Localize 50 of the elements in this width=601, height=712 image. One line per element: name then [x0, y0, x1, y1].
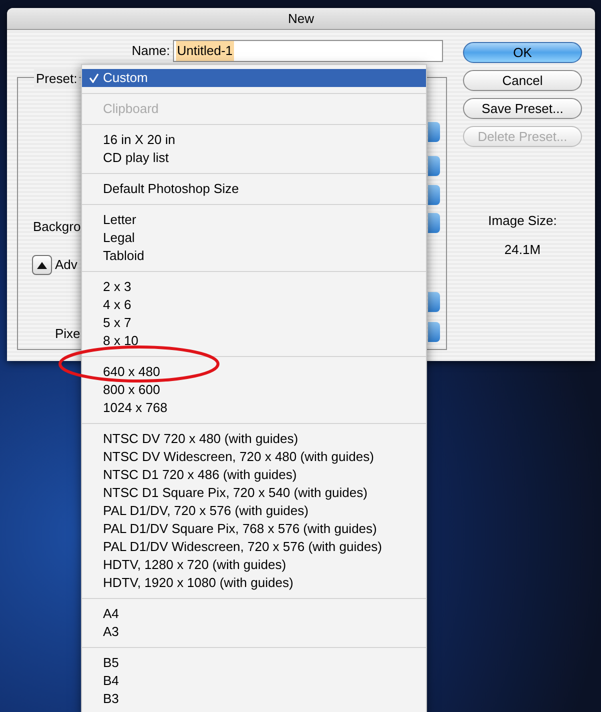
popup-arrows-icon[interactable] — [428, 213, 440, 233]
menu-item[interactable]: 640 x 480 — [82, 363, 426, 381]
triangle-icon — [37, 262, 47, 268]
menu-item[interactable]: PAL D1/DV Square Pix, 768 x 576 (with guides) — [82, 520, 426, 538]
menu-item[interactable]: A3 — [82, 623, 426, 641]
name-value: Untitled-1 — [176, 41, 234, 61]
menu-item[interactable]: B3 — [82, 690, 426, 708]
disclosure-button[interactable] — [32, 255, 52, 275]
menu-item[interactable]: 2 x 3 — [82, 278, 426, 296]
menu-item[interactable]: 800 x 600 — [82, 381, 426, 399]
name-input-field[interactable]: Untitled-1 — [173, 40, 443, 62]
menu-item[interactable]: B5 — [82, 654, 426, 672]
dialog-button[interactable]: Cancel — [463, 70, 582, 91]
checkmark-icon — [89, 73, 99, 83]
menu-item[interactable]: PAL D1/DV Widescreen, 720 x 576 (with guides) — [82, 538, 426, 556]
pixel-label: Pixe — [55, 325, 80, 343]
preset-label: Preset: — [34, 69, 80, 88]
dialog-button[interactable]: Save Preset... — [463, 98, 582, 119]
image-size-value: 24.1M — [504, 240, 541, 258]
menu-item[interactable]: NTSC D1 720 x 486 (with guides) — [82, 466, 426, 484]
menu-item[interactable]: 4 x 6 — [82, 296, 426, 314]
menu-item[interactable]: PAL D1/DV, 720 x 576 (with guides) — [82, 502, 426, 520]
menu-item[interactable]: Default Photoshop Size — [82, 180, 426, 198]
menu-item[interactable]: Custom — [82, 69, 426, 87]
image-size-label: Image Size: — [488, 212, 557, 230]
popup-arrows-icon[interactable] — [428, 156, 440, 176]
popup-arrows-icon[interactable] — [428, 122, 440, 142]
menu-item[interactable]: A4 — [82, 605, 426, 623]
background-label: Backgro — [33, 218, 81, 236]
dialog-button[interactable]: OK — [463, 42, 582, 63]
menu-item[interactable]: NTSC DV Widescreen, 720 x 480 (with guides) — [82, 448, 426, 466]
menu-item[interactable]: 16 in X 20 in — [82, 131, 426, 149]
menu-item[interactable]: Legal — [82, 229, 426, 247]
menu-item[interactable]: 8 x 10 — [82, 332, 426, 350]
menu-item[interactable]: HDTV, 1280 x 720 (with guides) — [82, 556, 426, 574]
advanced-label: Adv — [55, 256, 78, 274]
menu-item[interactable]: CD play list — [82, 149, 426, 167]
menu-item[interactable]: Tabloid — [82, 247, 426, 265]
menu-item[interactable]: B4 — [82, 672, 426, 690]
menu-item[interactable]: 5 x 7 — [82, 314, 426, 332]
menu-item[interactable]: NTSC DV 720 x 480 (with guides) — [82, 430, 426, 448]
menu-item[interactable]: 1024 x 768 — [82, 399, 426, 417]
popup-arrows-icon[interactable] — [428, 322, 440, 342]
name-label: Name: — [130, 42, 171, 60]
menu-item[interactable]: NTSC D1 Square Pix, 720 x 540 (with guides) — [82, 484, 426, 502]
window-title: New — [288, 10, 314, 28]
menu-item[interactable]: Letter — [82, 211, 426, 229]
menu-item[interactable]: HDTV, 1920 x 1080 (with guides) — [82, 574, 426, 592]
popup-arrows-icon[interactable] — [428, 185, 440, 205]
popup-arrows-icon[interactable] — [428, 292, 440, 312]
